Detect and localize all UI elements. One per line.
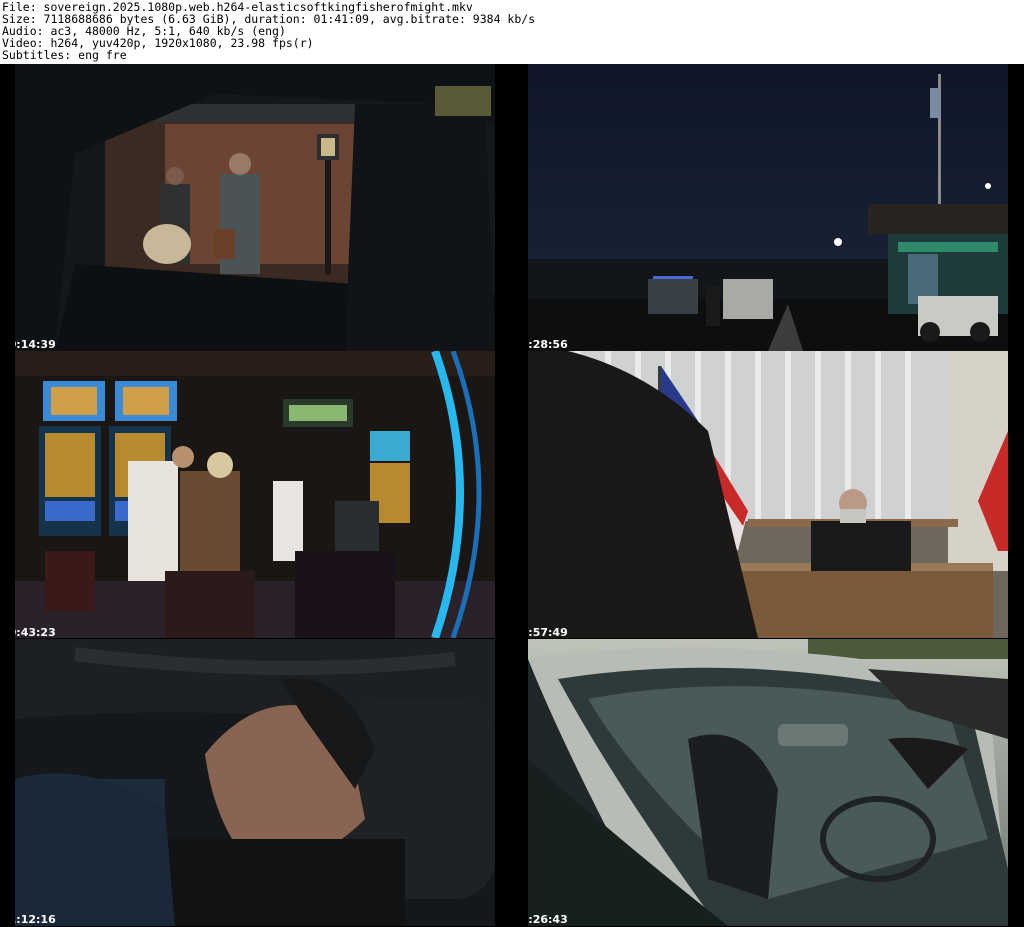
- timestamp-6: 01:26:43: [528, 913, 568, 926]
- timestamp-1: 00:14:39: [15, 338, 56, 351]
- thumbnail-grid: 00:14:39: [0, 64, 1024, 927]
- timestamp-3: 00:43:23: [15, 626, 56, 639]
- thumbnail-1: 00:14:39: [15, 64, 495, 351]
- thumbnail-3: 00:43:23: [15, 351, 495, 638]
- thumbnail-6: 01:26:43: [528, 639, 1008, 926]
- timestamp-4: 00:57:49: [528, 626, 568, 639]
- info-header: File: sovereign.2025.1080p.web.h264-elas…: [0, 0, 1024, 64]
- thumbnail-2: 00:28:56: [528, 64, 1008, 351]
- timestamp-2: 00:28:56: [528, 338, 568, 351]
- timestamp-5: 01:12:16: [15, 913, 56, 926]
- subtitles-info-line: Subtitles: eng fre: [2, 48, 127, 62]
- thumbnail-5: 01:12:16: [15, 639, 495, 926]
- thumbnail-4: 00:57:49: [528, 351, 1008, 638]
